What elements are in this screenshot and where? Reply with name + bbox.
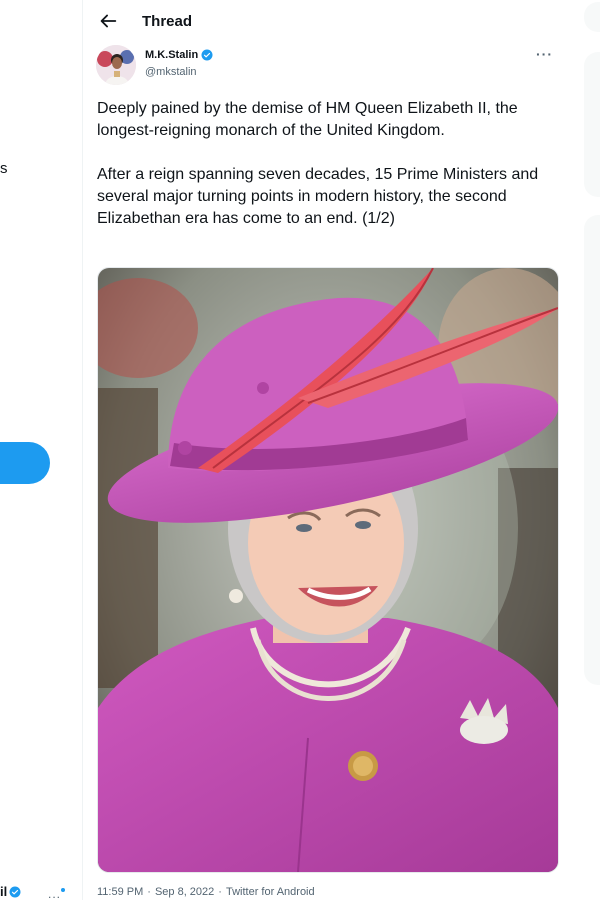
account-switcher[interactable]: il [0, 884, 21, 899]
account-more-icon[interactable]: ... [48, 887, 61, 901]
who-to-follow-card-partial [584, 215, 600, 685]
tweet-time[interactable]: 11:59 PM [97, 886, 143, 898]
trends-card-partial [584, 52, 600, 197]
author-name-text: M.K.Stalin [145, 49, 199, 61]
more-options-icon[interactable]: ··· [536, 46, 553, 62]
separator: · [218, 886, 222, 898]
right-sidebar [568, 0, 600, 900]
tweet-paragraph: After a reign spanning seven decades, 15… [97, 166, 539, 227]
tweet-paragraph: Deeply pained by the demise of HM Queen … [97, 100, 518, 139]
tweet-date[interactable]: Sep 8, 2022 [155, 886, 214, 898]
thread-header: Thread [83, 0, 569, 44]
thread-column: Thread M.K.Stalin @mkstalin ··· Deeply p… [82, 0, 570, 900]
left-sidebar: s il ... [0, 0, 82, 901]
tweet-source[interactable]: Twitter for Android [226, 886, 315, 898]
sidebar-item-label-partial[interactable]: s [0, 160, 8, 177]
notification-dot [61, 888, 65, 892]
page-title: Thread [142, 13, 193, 30]
avatar[interactable] [96, 45, 136, 85]
verified-badge-icon [9, 886, 21, 897]
tweet-timestamp: 11:59 PM · Sep 8, 2022 · Twitter for And… [97, 886, 315, 898]
author-name[interactable]: M.K.Stalin [145, 49, 213, 61]
author-handle[interactable]: @mkstalin [145, 66, 197, 78]
search-box-partial[interactable] [584, 2, 600, 32]
tweet-text: Deeply pained by the demise of HM Queen … [97, 98, 557, 230]
separator: · [147, 886, 151, 898]
verified-badge-icon [201, 49, 213, 61]
tweet-compose-button[interactable] [0, 442, 50, 484]
back-arrow-icon[interactable] [97, 10, 119, 32]
tweet-media-photo[interactable] [97, 267, 559, 873]
account-name-fragment: il [0, 884, 8, 899]
avatar-image [96, 45, 136, 85]
queen-photo [98, 268, 558, 872]
